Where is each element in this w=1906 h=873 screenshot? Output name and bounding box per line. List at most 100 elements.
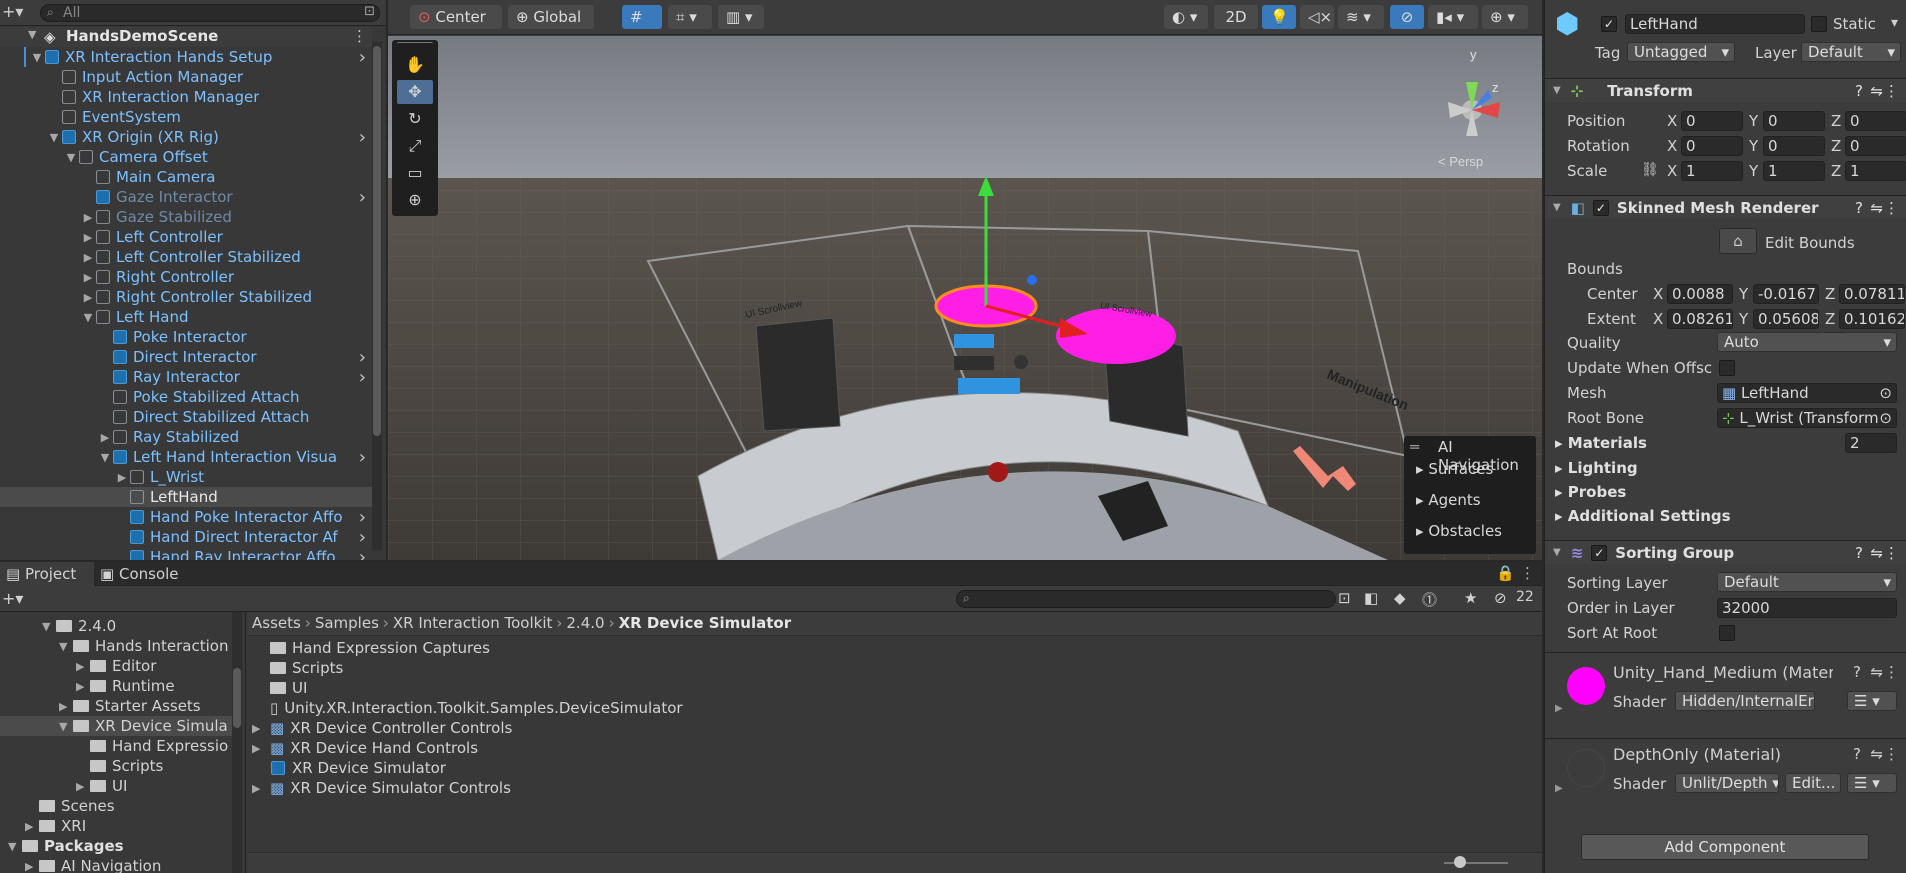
expand-arrow[interactable]: ▶ [81, 271, 95, 284]
hierarchy-item[interactable]: EventSystem [0, 107, 372, 127]
expand-arrow[interactable]: ▶ [248, 782, 270, 795]
open-prefab-icon[interactable]: › [359, 367, 366, 388]
favorite-icon[interactable]: ★ [1464, 589, 1477, 607]
expand-arrow[interactable]: ▶ [115, 471, 129, 484]
audio-toggle[interactable]: ◁× [1300, 5, 1334, 29]
project-file-item[interactable]: ▯ Unity.XR.Interaction.Toolkit.Samples.De… [248, 698, 683, 718]
zoom-slider-handle[interactable] [1454, 856, 1466, 868]
tab-console[interactable]: ▣ Console [100, 562, 200, 586]
gizmos-dropdown[interactable]: ⊕ ▾ [1482, 5, 1528, 29]
sorting-layer-dropdown[interactable]: Default ▾ [1717, 572, 1897, 592]
filter-by-type-icon[interactable]: ◧ [1364, 589, 1378, 607]
help-icon[interactable]: ? [1855, 544, 1863, 562]
toggle-2d-button[interactable]: 2D [1214, 5, 1258, 29]
search-filter-icon[interactable]: ⊡ [364, 4, 375, 19]
project-file-item[interactable]: Hand Expression Captures [248, 638, 490, 658]
breadcrumb-item[interactable]: 2.4.0 [566, 614, 604, 632]
root-bone-field[interactable]: ⊹ L_Wrist (Transform) ⊙ [1717, 408, 1897, 428]
expand-arrow[interactable]: ▶ [81, 251, 95, 264]
hierarchy-item[interactable]: ▶ L_Wrist [0, 467, 372, 487]
grid-snap-button[interactable]: # ▾ [622, 5, 662, 50]
component-menu-icon[interactable]: ⋮ [1884, 663, 1899, 681]
tag-dropdown[interactable]: Untagged ▾ [1627, 42, 1735, 62]
expand-arrow[interactable]: ▶ [98, 431, 112, 444]
collapse-arrow[interactable]: ▼ [1553, 85, 1561, 96]
project-folder-item[interactable]: ▼ Hands Interaction [0, 636, 232, 656]
expand-arrow[interactable]: ▶ [1555, 703, 1563, 714]
breadcrumb-item[interactable]: Assets [252, 614, 301, 632]
hierarchy-item[interactable]: Poke Interactor [0, 327, 372, 347]
shader-options-dropdown[interactable]: ☰ ▾ [1847, 691, 1897, 711]
scale-x-field[interactable]: 1 [1681, 161, 1743, 181]
axis-x-label[interactable]: X [1653, 310, 1663, 328]
scale-tool-icon[interactable]: ⤢ [397, 134, 433, 158]
expand-arrow[interactable]: ▶ [25, 860, 39, 873]
static-dropdown-icon[interactable]: ▾ [1891, 15, 1898, 31]
presets-icon[interactable]: ⇋ [1870, 199, 1883, 217]
mesh-field[interactable]: ▦ LeftHand ⊙ [1717, 383, 1897, 403]
rotation-x-field[interactable]: 0 [1681, 136, 1743, 156]
position-z-field[interactable]: 0 [1845, 111, 1906, 131]
hierarchy-item[interactable]: Hand Poke Interactor Affo › [0, 507, 372, 528]
open-prefab-icon[interactable]: › [359, 187, 366, 208]
project-folder-item[interactable]: ▶ Runtime [0, 676, 232, 696]
scene-expand-arrow[interactable]: ▼ [28, 28, 36, 41]
axis-y-label[interactable]: Y [1749, 112, 1758, 130]
transform-header[interactable]: ▼ ⊹ Transform ? ⇋ ⋮ [1545, 78, 1906, 102]
extent-z-field[interactable]: 0.10162 [1839, 309, 1905, 329]
effects-dropdown[interactable]: ≋ ▾ [1338, 5, 1384, 29]
project-folder-item[interactable]: ▶ XRI [0, 816, 232, 836]
help-icon[interactable]: ? [1853, 663, 1861, 681]
hierarchy-item[interactable]: ▶ Left Controller [0, 227, 372, 247]
open-prefab-icon[interactable]: › [359, 507, 366, 528]
presets-icon[interactable]: ⇋ [1870, 663, 1883, 681]
ai-nav-obstacles[interactable]: ▸ Obstacles [1416, 522, 1502, 540]
sorting-group-enabled-checkbox[interactable]: ✓ [1591, 544, 1608, 561]
materials-count-field[interactable]: 2 [1845, 433, 1897, 453]
hierarchy-item[interactable]: ▶ Ray Stabilized [0, 427, 372, 447]
collapse-arrow[interactable]: ▼ [1553, 547, 1561, 558]
breadcrumb-item[interactable]: Samples [315, 614, 379, 632]
axis-x-label[interactable]: X [1653, 285, 1663, 303]
hierarchy-item[interactable]: ▶ Right Controller [0, 267, 372, 287]
static-checkbox[interactable] [1811, 16, 1827, 32]
expand-arrow[interactable]: ▶ [248, 722, 270, 735]
collapse-arrow[interactable]: ▼ [1553, 202, 1561, 213]
help-icon[interactable]: ? [1855, 199, 1863, 217]
panel-menu-icon[interactable]: ⋮ [1520, 564, 1535, 582]
expand-arrow[interactable]: ▼ [64, 151, 78, 164]
expand-arrow[interactable]: ▶ [81, 211, 95, 224]
hierarchy-item[interactable]: LeftHand [0, 487, 372, 507]
materials-foldout[interactable]: ▸ Materials [1555, 434, 1647, 452]
axis-z-label[interactable]: Z [1831, 112, 1841, 130]
object-picker-icon[interactable]: ⊙ [1879, 409, 1892, 427]
projection-label[interactable]: < Persp [1438, 154, 1483, 169]
expand-arrow[interactable]: ▶ [1555, 783, 1563, 794]
breadcrumb-item[interactable]: XR Device Simulator [619, 614, 792, 632]
ai-nav-agents[interactable]: ▸ Agents [1416, 491, 1481, 509]
axis-z-label[interactable]: Z [1825, 285, 1835, 303]
help-icon[interactable]: ? [1855, 82, 1863, 100]
update-offscreen-checkbox[interactable] [1719, 360, 1735, 376]
hierarchy-item[interactable]: ▶ Left Controller Stabilized [0, 247, 372, 267]
presets-icon[interactable]: ⇋ [1870, 82, 1883, 100]
presets-icon[interactable]: ⇋ [1870, 745, 1883, 763]
overlay-handle[interactable] [397, 42, 433, 50]
open-prefab-icon[interactable]: › [359, 547, 366, 561]
hierarchy-item[interactable]: XR Interaction Manager [0, 87, 372, 107]
rotation-y-field[interactable]: 0 [1763, 136, 1825, 156]
project-folder-item[interactable]: ▼ Packages [0, 836, 232, 856]
extent-y-field[interactable]: 0.05608 [1753, 309, 1819, 329]
project-file-item[interactable]: UI [248, 678, 307, 698]
quality-dropdown[interactable]: Auto ▾ [1717, 332, 1897, 352]
project-folder-item[interactable]: ▶ Starter Assets [0, 696, 232, 716]
expand-arrow[interactable]: ▼ [59, 720, 73, 733]
additional-settings-foldout[interactable]: ▸ Additional Settings [1555, 507, 1731, 525]
presets-icon[interactable]: ⇋ [1870, 544, 1883, 562]
ruler-button[interactable]: ▥ ▾ [718, 5, 764, 29]
open-prefab-icon[interactable]: › [359, 447, 366, 468]
shader-options-dropdown[interactable]: ☰ ▾ [1847, 773, 1897, 793]
layer-dropdown[interactable]: Default ▾ [1801, 42, 1901, 62]
axis-x-label[interactable]: X [1667, 162, 1677, 180]
create-icon[interactable]: +▾ [2, 589, 23, 608]
